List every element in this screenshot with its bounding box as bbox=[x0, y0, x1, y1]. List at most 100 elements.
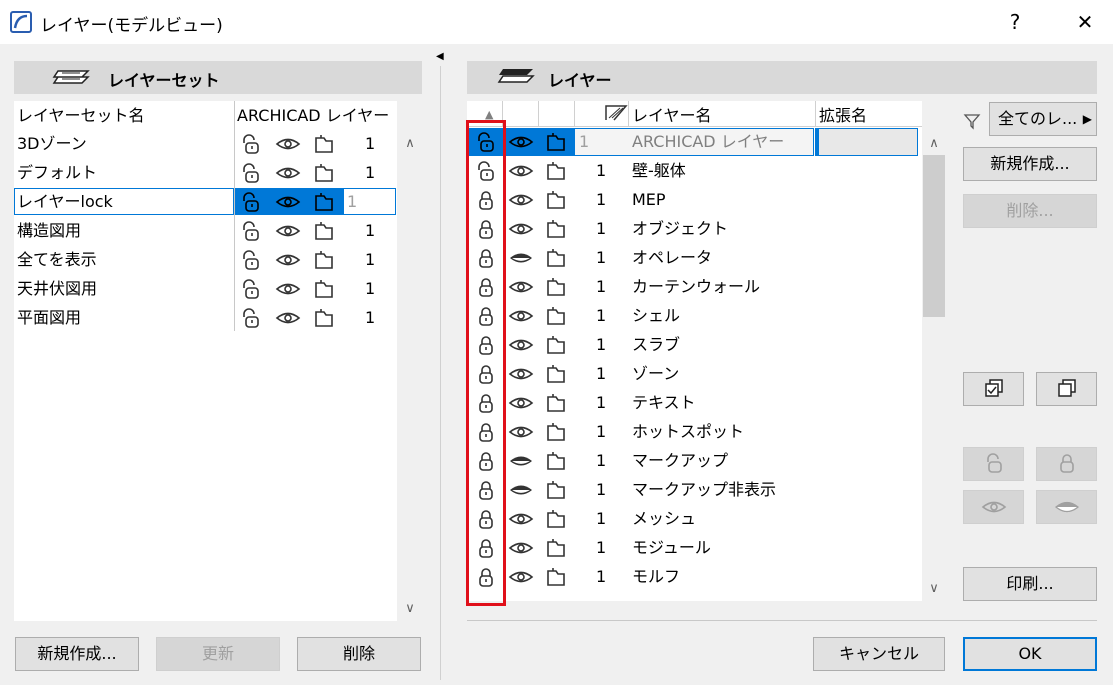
eye-open-icon[interactable] bbox=[508, 276, 534, 298]
intersection-priority-icon[interactable] bbox=[604, 104, 628, 122]
layer-folder-icon[interactable] bbox=[545, 218, 569, 240]
layer-set-name[interactable]: 3Dゾーン bbox=[17, 134, 87, 154]
layer-folder-icon[interactable] bbox=[545, 392, 569, 414]
layer-folder-icon[interactable] bbox=[545, 363, 569, 385]
eye-open-icon[interactable] bbox=[275, 191, 301, 213]
lock-selected-button[interactable] bbox=[1036, 447, 1097, 481]
unlock-icon[interactable] bbox=[239, 220, 263, 242]
eye-open-icon[interactable] bbox=[508, 537, 534, 559]
layer-folder-icon[interactable] bbox=[313, 191, 337, 213]
delete-layer-button[interactable]: 削除... bbox=[963, 194, 1097, 228]
layer-folder-icon[interactable] bbox=[545, 189, 569, 211]
left-scroll-up-icon[interactable]: ∧ bbox=[402, 136, 418, 152]
deselect-layers-button[interactable] bbox=[1036, 372, 1097, 406]
layer-name[interactable]: 壁-躯体 bbox=[632, 161, 686, 181]
eye-open-icon[interactable] bbox=[275, 278, 301, 300]
layer-filter-dropdown[interactable]: 全てのレ... ▶ bbox=[989, 102, 1097, 136]
layer-folder-icon[interactable] bbox=[313, 162, 337, 184]
layer-name[interactable]: モルフ bbox=[632, 567, 680, 587]
layer-set-name[interactable]: 天井伏図用 bbox=[17, 279, 97, 299]
layer-set-name[interactable]: デフォルト bbox=[17, 163, 97, 183]
eye-open-icon[interactable] bbox=[508, 305, 534, 327]
layer-name[interactable]: ゾーン bbox=[632, 364, 679, 384]
layer-folder-icon[interactable] bbox=[545, 479, 569, 501]
hide-selected-button[interactable] bbox=[1036, 490, 1097, 524]
eye-open-icon[interactable] bbox=[508, 421, 534, 443]
splitter[interactable] bbox=[440, 66, 441, 680]
eye-hidden-icon[interactable] bbox=[508, 479, 532, 501]
layer-folder-icon[interactable] bbox=[545, 247, 569, 269]
eye-open-icon[interactable] bbox=[275, 162, 301, 184]
layer-folder-icon[interactable] bbox=[545, 160, 569, 182]
eye-open-icon[interactable] bbox=[508, 189, 534, 211]
layer-folder-icon[interactable] bbox=[545, 276, 569, 298]
layer-name[interactable]: オペレータ bbox=[632, 248, 712, 268]
eye-open-icon[interactable] bbox=[275, 249, 301, 271]
eye-open-icon[interactable] bbox=[508, 131, 534, 153]
layer-folder-icon[interactable] bbox=[545, 421, 569, 443]
scrollbar-thumb[interactable] bbox=[923, 155, 945, 317]
layer-name[interactable]: ホットスポット bbox=[632, 422, 744, 442]
layer-folder-icon[interactable] bbox=[545, 537, 569, 559]
layer-set-name[interactable]: レイヤーlock bbox=[17, 192, 113, 212]
layer-name[interactable]: オブジェクト bbox=[632, 219, 728, 239]
archicad-layer-column[interactable]: ARCHICAD レイヤー bbox=[237, 106, 389, 126]
unlock-icon[interactable] bbox=[239, 191, 263, 213]
layer-name[interactable]: シェル bbox=[632, 306, 680, 326]
eye-open-icon[interactable] bbox=[508, 392, 534, 414]
ok-button[interactable]: OK bbox=[963, 637, 1097, 671]
help-button[interactable]: ? bbox=[1000, 8, 1030, 36]
layer-folder-icon[interactable] bbox=[313, 133, 337, 155]
eye-hidden-icon[interactable] bbox=[508, 450, 532, 472]
layer-folder-icon[interactable] bbox=[545, 450, 569, 472]
right-scroll-up-icon[interactable]: ∧ bbox=[926, 136, 942, 152]
splitter-arrow-icon[interactable]: ◀ bbox=[436, 52, 444, 62]
layer-folder-icon[interactable] bbox=[313, 249, 337, 271]
unlock-icon[interactable] bbox=[239, 249, 263, 271]
layer-folder-icon[interactable] bbox=[545, 508, 569, 530]
eye-open-icon[interactable] bbox=[508, 334, 534, 356]
layer-name[interactable]: メッシュ bbox=[632, 509, 696, 529]
unlock-icon[interactable] bbox=[239, 133, 263, 155]
layer-folder-icon[interactable] bbox=[545, 566, 569, 588]
layer-name[interactable]: マークアップ bbox=[632, 451, 728, 471]
eye-hidden-icon[interactable] bbox=[508, 247, 532, 269]
layer-folder-icon[interactable] bbox=[313, 278, 337, 300]
layer-name[interactable]: スラブ bbox=[632, 335, 680, 355]
layer-folder-icon[interactable] bbox=[545, 305, 569, 327]
layer-name-column[interactable]: レイヤー名 bbox=[632, 106, 712, 126]
eye-open-icon[interactable] bbox=[508, 218, 534, 240]
extension-column[interactable]: 拡張名 bbox=[819, 106, 867, 126]
layer-folder-icon[interactable] bbox=[545, 334, 569, 356]
select-all-layers-button[interactable] bbox=[963, 372, 1024, 406]
layer-folder-icon[interactable] bbox=[545, 131, 569, 153]
update-layer-set-button[interactable]: 更新 bbox=[156, 637, 280, 671]
right-scroll-down-icon[interactable]: ∨ bbox=[926, 581, 942, 597]
layer-name[interactable]: モジュール bbox=[632, 538, 711, 558]
eye-open-icon[interactable] bbox=[508, 160, 534, 182]
eye-open-icon[interactable] bbox=[508, 566, 534, 588]
unlock-icon[interactable] bbox=[239, 307, 263, 329]
left-scroll-down-icon[interactable]: ∨ bbox=[402, 601, 418, 617]
new-layer-button[interactable]: 新規作成... bbox=[963, 147, 1097, 181]
print-button[interactable]: 印刷... bbox=[963, 567, 1097, 601]
show-selected-button[interactable] bbox=[963, 490, 1024, 524]
unlock-selected-button[interactable] bbox=[963, 447, 1024, 481]
layer-set-name[interactable]: 構造図用 bbox=[17, 221, 81, 241]
layer-name[interactable]: MEP bbox=[632, 190, 666, 210]
layer-folder-icon[interactable] bbox=[313, 307, 337, 329]
eye-open-icon[interactable] bbox=[508, 508, 534, 530]
layer-folder-icon[interactable] bbox=[313, 220, 337, 242]
eye-open-icon[interactable] bbox=[275, 133, 301, 155]
layer-name[interactable]: マークアップ非表示 bbox=[632, 480, 776, 500]
layer-set-name-column[interactable]: レイヤーセット名 bbox=[17, 106, 145, 126]
eye-open-icon[interactable] bbox=[508, 363, 534, 385]
unlock-icon[interactable] bbox=[239, 162, 263, 184]
layer-name[interactable]: テキスト bbox=[632, 393, 696, 413]
layer-name[interactable]: カーテンウォール bbox=[632, 277, 760, 297]
layer-set-name[interactable]: 全てを表示 bbox=[17, 250, 97, 270]
unlock-icon[interactable] bbox=[239, 278, 263, 300]
eye-open-icon[interactable] bbox=[275, 307, 301, 329]
cancel-button[interactable]: キャンセル bbox=[813, 637, 945, 671]
delete-layer-set-button[interactable]: 削除 bbox=[297, 637, 421, 671]
